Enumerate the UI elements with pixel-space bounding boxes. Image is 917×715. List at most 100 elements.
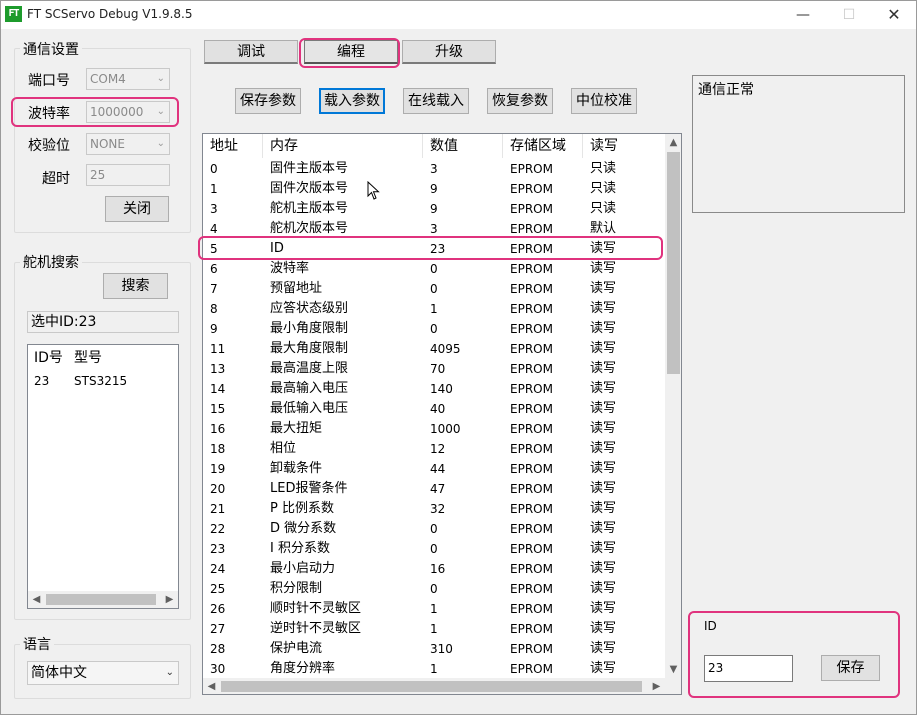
maximize-button[interactable]: ☐ [826, 1, 872, 29]
cell-rw[interactable]: 读写 [583, 439, 665, 459]
cell-address[interactable]: 16 [203, 419, 263, 439]
servo-list-hscrollbar[interactable]: ◀ ▶ [28, 591, 178, 608]
cell-value[interactable]: 44 [423, 459, 503, 479]
table-hscrollbar[interactable]: ◀ ▶ [203, 678, 665, 694]
cell-storage[interactable]: EPROM [503, 619, 583, 639]
scroll-right-icon[interactable]: ▶ [648, 678, 665, 694]
table-vscrollbar[interactable]: ▲ ▼ [665, 134, 681, 678]
cell-address[interactable]: 25 [203, 579, 263, 599]
cell-value[interactable]: 9 [423, 199, 503, 219]
cell-address[interactable]: 24 [203, 559, 263, 579]
cell-value[interactable]: 1 [423, 299, 503, 319]
table-row[interactable]: 15 最低输入电压 40 EPROM 读写 [203, 399, 665, 419]
table-row[interactable]: 6 波特率 0 EPROM 读写 [203, 259, 665, 279]
cell-address[interactable]: 13 [203, 359, 263, 379]
servo-list-cell-id[interactable]: 23 [28, 371, 49, 391]
scroll-thumb[interactable] [667, 152, 680, 374]
cell-value[interactable]: 0 [423, 539, 503, 559]
cell-storage[interactable]: EPROM [503, 279, 583, 299]
cell-storage[interactable]: EPROM [503, 259, 583, 279]
cell-rw[interactable]: 读写 [583, 379, 665, 399]
scroll-left-icon[interactable]: ◀ [203, 678, 220, 694]
tab-debug[interactable]: 调试 [204, 40, 298, 64]
cell-value[interactable]: 1 [423, 659, 503, 679]
cell-storage[interactable]: EPROM [503, 499, 583, 519]
cell-storage[interactable]: EPROM [503, 479, 583, 499]
cell-storage[interactable]: EPROM [503, 639, 583, 659]
cell-storage[interactable]: EPROM [503, 559, 583, 579]
cell-rw[interactable]: 读写 [583, 499, 665, 519]
cell-storage[interactable]: EPROM [503, 159, 583, 179]
cell-address[interactable]: 14 [203, 379, 263, 399]
table-row[interactable]: 25 积分限制 0 EPROM 读写 [203, 579, 665, 599]
cell-value[interactable]: 9 [423, 179, 503, 199]
cell-value[interactable]: 0 [423, 319, 503, 339]
close-port-button[interactable]: 关闭 [105, 196, 169, 222]
cell-storage[interactable]: EPROM [503, 359, 583, 379]
column-header-memory[interactable]: 内存 [263, 134, 423, 158]
table-row[interactable]: 3 舵机主版本号 9 EPROM 只读 [203, 199, 665, 219]
cell-memory[interactable]: 波特率 [263, 259, 423, 279]
center-calibrate-button[interactable]: 中位校准 [571, 88, 637, 114]
cell-rw[interactable]: 读写 [583, 319, 665, 339]
cell-rw[interactable]: 读写 [583, 459, 665, 479]
scroll-up-icon[interactable]: ▲ [665, 134, 681, 151]
cell-value[interactable]: 1 [423, 619, 503, 639]
cell-value[interactable]: 0 [423, 259, 503, 279]
cell-memory[interactable]: D 微分系数 [263, 519, 423, 539]
cell-memory[interactable]: 固件主版本号 [263, 159, 423, 179]
cell-storage[interactable]: EPROM [503, 379, 583, 399]
table-row[interactable]: 14 最高输入电压 140 EPROM 读写 [203, 379, 665, 399]
cell-rw[interactable]: 读写 [583, 479, 665, 499]
cell-storage[interactable]: EPROM [503, 319, 583, 339]
table-row[interactable]: 7 预留地址 0 EPROM 读写 [203, 279, 665, 299]
cell-value[interactable]: 70 [423, 359, 503, 379]
table-row[interactable]: 11 最大角度限制 4095 EPROM 读写 [203, 339, 665, 359]
cell-value[interactable]: 4095 [423, 339, 503, 359]
cell-storage[interactable]: EPROM [503, 419, 583, 439]
cell-value[interactable]: 0 [423, 519, 503, 539]
cell-rw[interactable]: 读写 [583, 659, 665, 679]
cell-storage[interactable]: EPROM [503, 439, 583, 459]
table-row[interactable]: 21 P 比例系数 32 EPROM 读写 [203, 499, 665, 519]
cell-rw[interactable]: 只读 [583, 199, 665, 219]
cell-storage[interactable]: EPROM [503, 459, 583, 479]
column-header-storage[interactable]: 存储区域 [503, 134, 583, 158]
cell-address[interactable]: 7 [203, 279, 263, 299]
table-row[interactable]: 22 D 微分系数 0 EPROM 读写 [203, 519, 665, 539]
cell-address[interactable]: 22 [203, 519, 263, 539]
cell-storage[interactable]: EPROM [503, 179, 583, 199]
cell-rw[interactable]: 读写 [583, 259, 665, 279]
cell-address[interactable]: 30 [203, 659, 263, 679]
cell-rw[interactable]: 读写 [583, 299, 665, 319]
table-row[interactable]: 20 LED报警条件 47 EPROM 读写 [203, 479, 665, 499]
cell-memory[interactable]: 逆时针不灵敏区 [263, 619, 423, 639]
cell-memory[interactable]: 卸载条件 [263, 459, 423, 479]
servo-list[interactable]: ID号 型号 23 STS3215 ◀ ▶ [27, 344, 179, 609]
cell-rw[interactable]: 只读 [583, 159, 665, 179]
save-params-button[interactable]: 保存参数 [235, 88, 301, 114]
table-row[interactable]: 0 固件主版本号 3 EPROM 只读 [203, 159, 665, 179]
cell-rw[interactable]: 读写 [583, 399, 665, 419]
cell-memory[interactable]: 顺时针不灵敏区 [263, 599, 423, 619]
cell-address[interactable]: 15 [203, 399, 263, 419]
minimize-button[interactable]: — [780, 1, 826, 29]
cell-rw[interactable]: 读写 [583, 639, 665, 659]
cell-rw[interactable]: 读写 [583, 579, 665, 599]
online-load-button[interactable]: 在线载入 [403, 88, 469, 114]
cell-storage[interactable]: EPROM [503, 659, 583, 679]
cell-value[interactable]: 47 [423, 479, 503, 499]
cell-address[interactable]: 26 [203, 599, 263, 619]
search-button[interactable]: 搜索 [103, 273, 168, 299]
table-row[interactable]: 28 保护电流 310 EPROM 读写 [203, 639, 665, 659]
cell-value[interactable]: 32 [423, 499, 503, 519]
timeout-input[interactable]: 25 [86, 164, 170, 186]
table-row[interactable]: 18 相位 12 EPROM 读写 [203, 439, 665, 459]
cell-address[interactable]: 21 [203, 499, 263, 519]
cell-memory[interactable]: LED报警条件 [263, 479, 423, 499]
parity-select[interactable]: NONE ⌄ [86, 133, 170, 155]
cell-memory[interactable]: 最大扭矩 [263, 419, 423, 439]
cell-address[interactable]: 9 [203, 319, 263, 339]
cell-value[interactable]: 40 [423, 399, 503, 419]
column-header-address[interactable]: 地址 [203, 134, 263, 158]
